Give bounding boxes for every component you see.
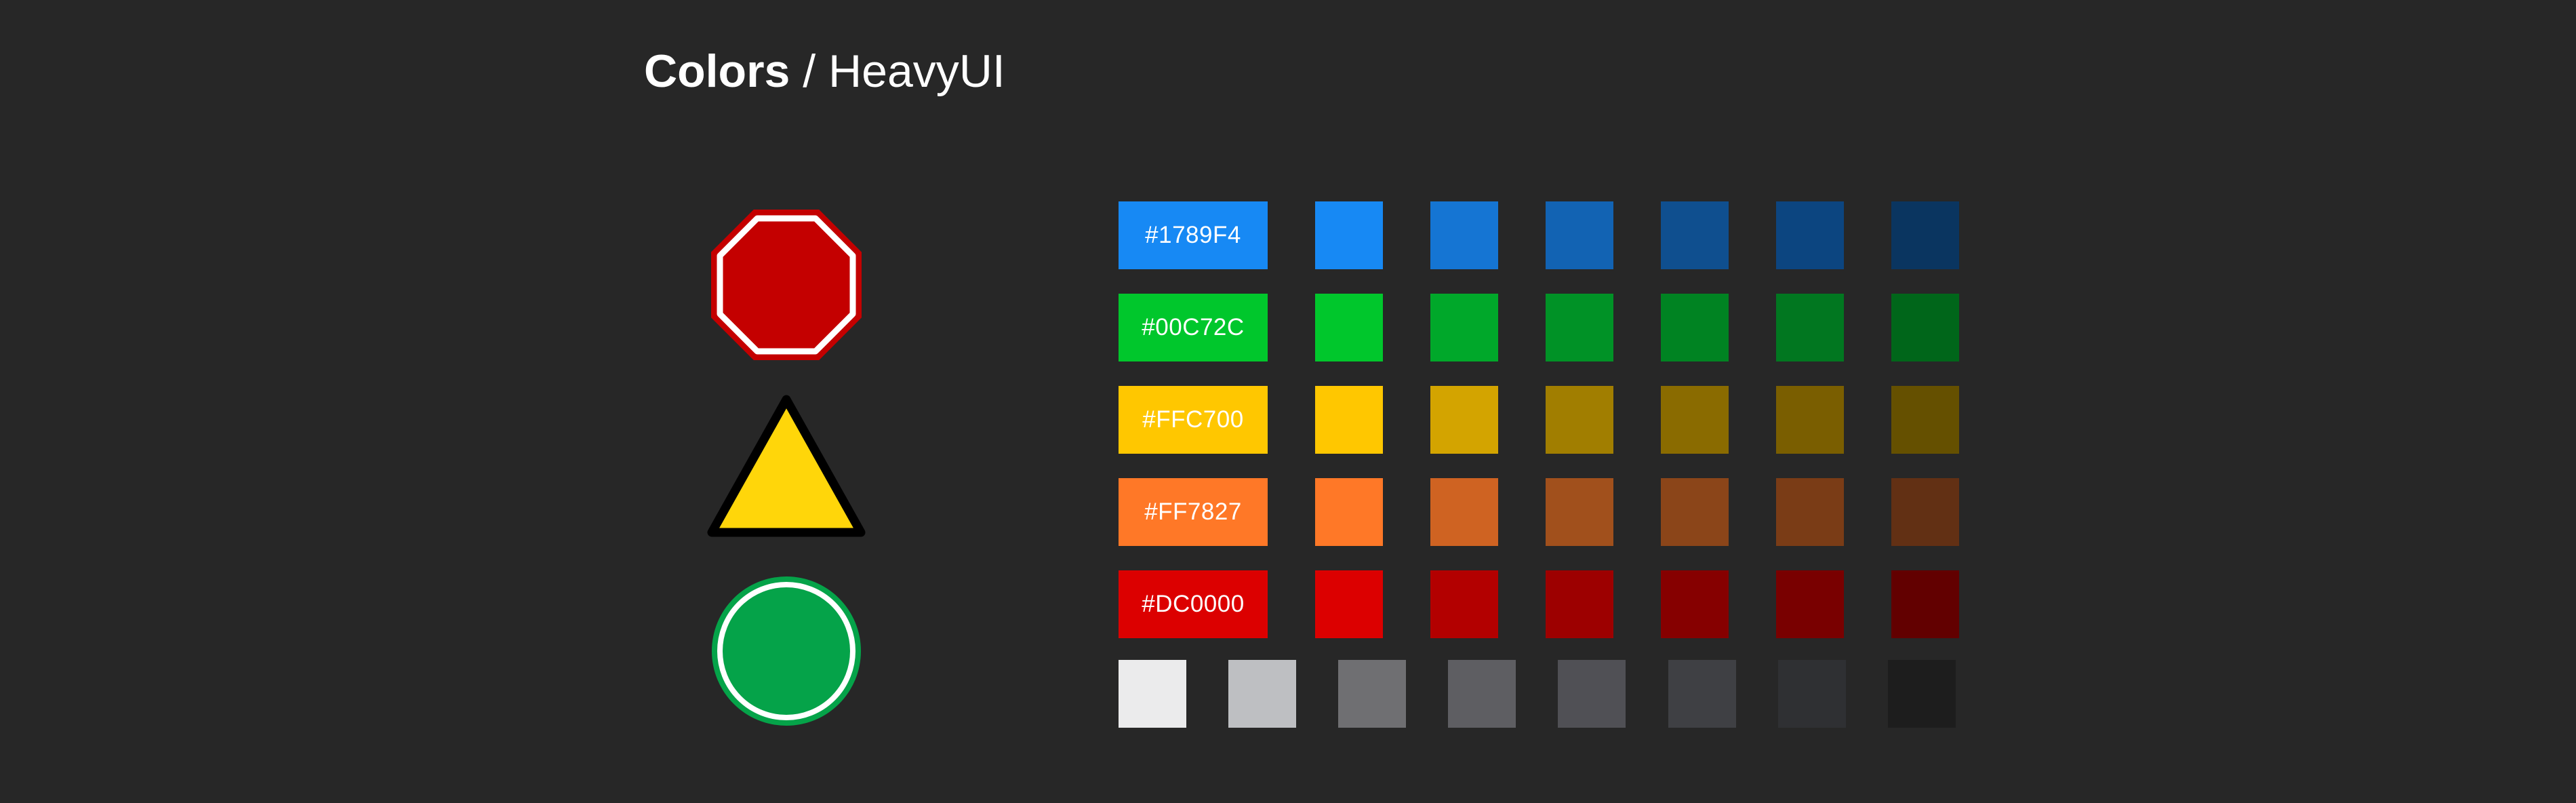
color-shade-swatch xyxy=(1776,478,1844,546)
color-swatch-label: #FF7827 xyxy=(1119,478,1268,546)
stop-sign-icon xyxy=(705,203,868,366)
color-swatch-label: #00C72C xyxy=(1119,294,1268,361)
gray-swatch xyxy=(1228,660,1296,728)
color-shade-swatch xyxy=(1776,201,1844,269)
color-shade-swatch xyxy=(1661,294,1729,361)
color-shade-swatch xyxy=(1661,570,1729,638)
gray-swatch xyxy=(1338,660,1406,728)
color-shade-swatch xyxy=(1891,478,1959,546)
color-shade-swatch xyxy=(1891,201,1959,269)
color-shade-swatch xyxy=(1661,478,1729,546)
color-shade-swatch xyxy=(1430,386,1498,454)
color-shade-swatch xyxy=(1315,478,1383,546)
gray-swatch xyxy=(1778,660,1846,728)
page-title-separator: / xyxy=(790,45,829,97)
color-shade-swatch xyxy=(1430,478,1498,546)
gray-swatch xyxy=(1558,660,1626,728)
page-title-secondary: HeavyUI xyxy=(828,45,1005,97)
page-title: Colors / HeavyUI xyxy=(644,41,1005,102)
color-shade-swatch xyxy=(1891,294,1959,361)
color-shade-swatch xyxy=(1546,201,1613,269)
color-shade-swatch xyxy=(1315,570,1383,638)
warning-triangle-svg xyxy=(707,395,866,537)
gray-swatch xyxy=(1888,660,1956,728)
color-swatch-label: #DC0000 xyxy=(1119,570,1268,638)
gray-swatch xyxy=(1448,660,1516,728)
color-shade-swatch xyxy=(1661,201,1729,269)
color-shade-swatch xyxy=(1430,201,1498,269)
warning-triangle-icon xyxy=(705,390,868,546)
color-shade-swatch xyxy=(1891,570,1959,638)
go-circle-icon xyxy=(705,573,868,729)
color-shade-swatch xyxy=(1315,386,1383,454)
color-shade-swatch xyxy=(1546,570,1613,638)
go-circle-svg xyxy=(712,576,861,726)
color-shade-swatch xyxy=(1546,478,1613,546)
color-shade-swatch xyxy=(1546,386,1613,454)
gray-swatch xyxy=(1668,660,1736,728)
color-shade-swatch xyxy=(1315,294,1383,361)
color-shade-swatch xyxy=(1776,386,1844,454)
color-swatch-label: #FFC700 xyxy=(1119,386,1268,454)
color-shade-swatch xyxy=(1315,201,1383,269)
color-shade-swatch xyxy=(1776,570,1844,638)
stop-sign-svg xyxy=(711,210,862,360)
color-shade-swatch xyxy=(1776,294,1844,361)
color-shade-swatch xyxy=(1891,386,1959,454)
color-shade-swatch xyxy=(1546,294,1613,361)
gray-swatch xyxy=(1119,660,1186,728)
color-shade-swatch xyxy=(1430,294,1498,361)
page-title-primary: Colors xyxy=(644,45,790,97)
color-shade-swatch xyxy=(1661,386,1729,454)
color-shade-swatch xyxy=(1430,570,1498,638)
color-swatch-label: #1789F4 xyxy=(1119,201,1268,269)
color-palette-canvas: Colors / HeavyUI #1789F4 #00C72C #FFC700… xyxy=(0,0,2576,803)
